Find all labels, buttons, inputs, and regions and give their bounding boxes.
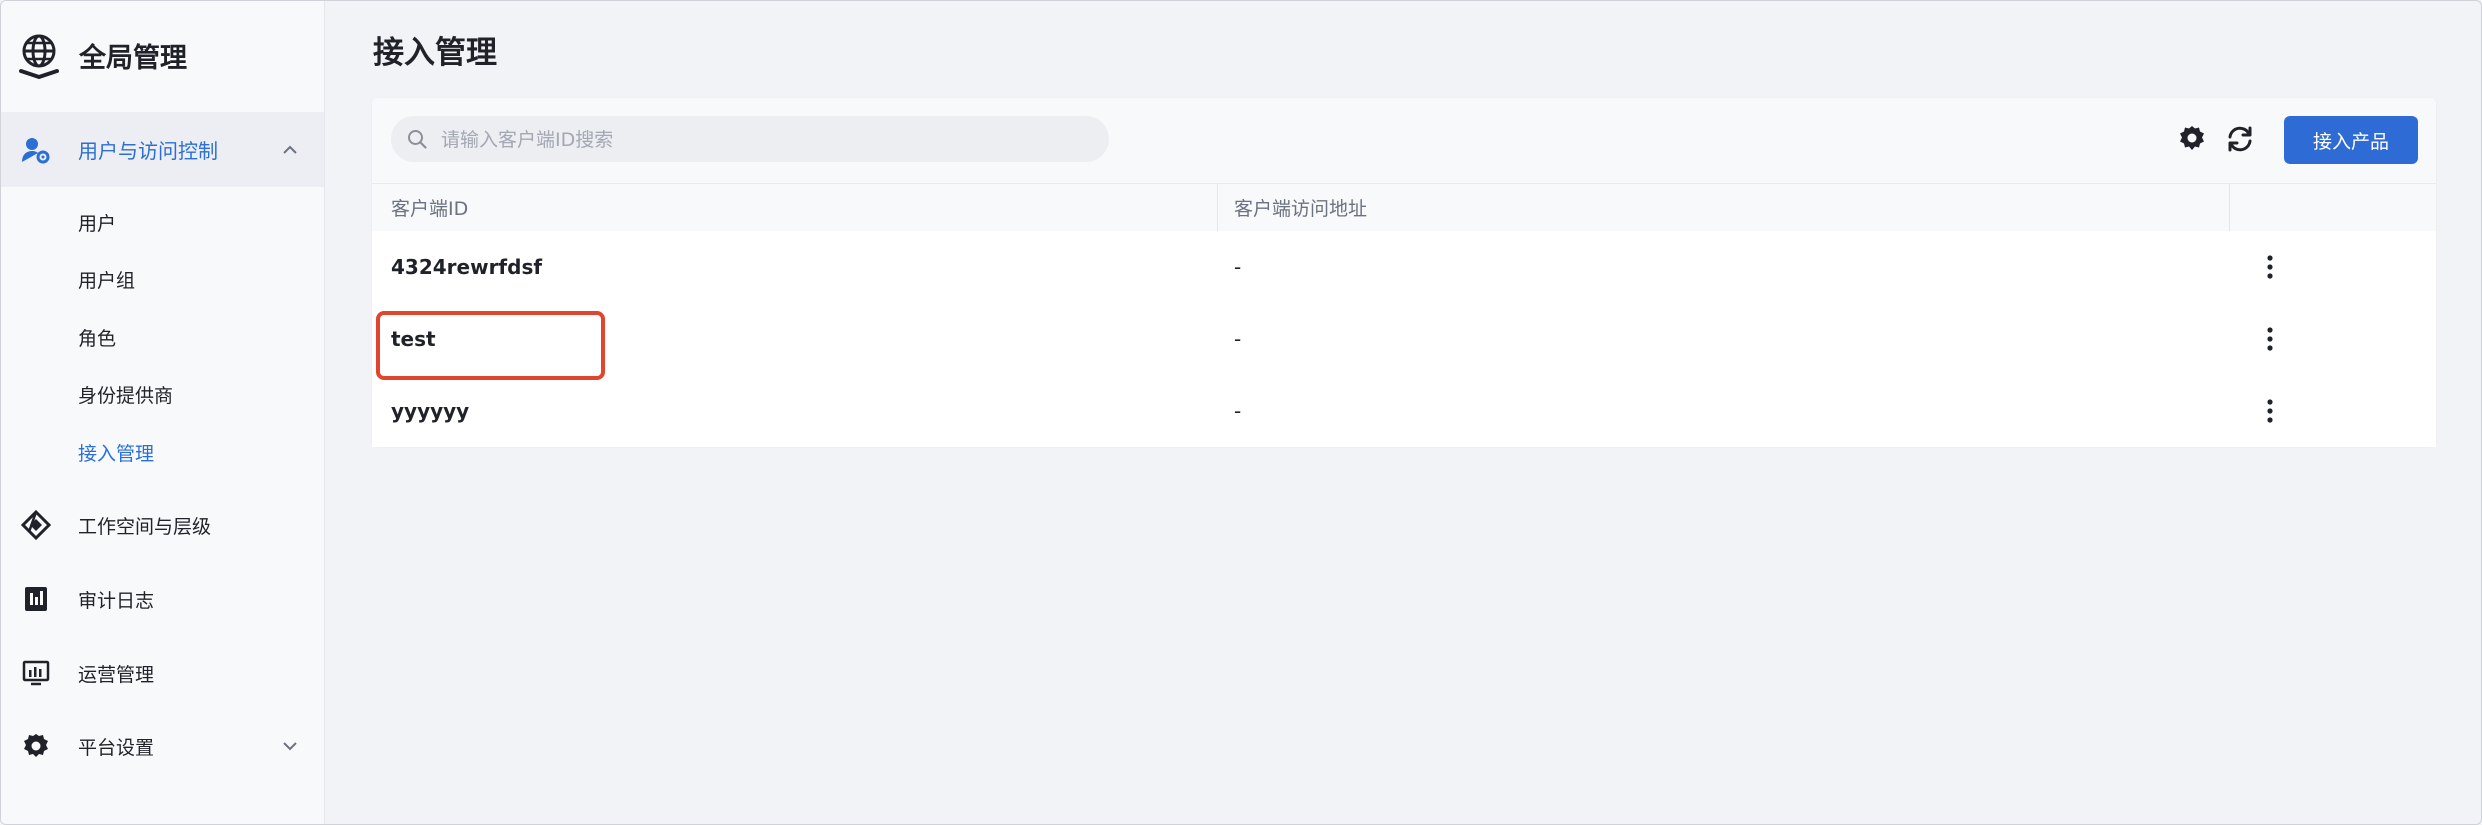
nav-group-user-access[interactable]: 用户与访问控制 <box>1 112 324 187</box>
sidebar: 全局管理 用户与访问控制 用户 用户组 角色 身份提供商 接入管理 工作空间与层… <box>1 1 325 824</box>
access-address-cell: - <box>1234 399 1242 423</box>
brand: 全局管理 <box>17 29 187 81</box>
sidebar-item-label: 角色 <box>78 327 117 350</box>
sidebar-item-label: 接入管理 <box>78 442 155 465</box>
client-table-card: 接入产品 客户端ID 客户端访问地址 4324rewrfdsf - test - <box>372 98 2436 447</box>
settings-button[interactable] <box>2176 123 2208 155</box>
access-address-cell: - <box>1234 327 1242 351</box>
sidebar-item-user-groups[interactable]: 用户组 <box>1 257 324 301</box>
column-header-client-id[interactable]: 客户端ID <box>391 184 468 231</box>
gear-icon <box>2180 126 2204 150</box>
operations-icon <box>22 660 50 686</box>
client-id-cell: 4324rewrfdsf <box>391 255 543 279</box>
workspace-icon <box>21 510 51 540</box>
globe-logo-icon <box>19 34 59 79</box>
refresh-button[interactable] <box>2224 123 2256 155</box>
nav-group-label: 用户与访问控制 <box>78 139 218 163</box>
table-row[interactable]: yyyyyy - <box>372 375 2436 447</box>
more-vertical-icon <box>2267 327 2273 351</box>
more-vertical-icon <box>2267 255 2273 279</box>
sidebar-item-label: 用户组 <box>78 269 136 292</box>
sidebar-item-access-management[interactable]: 接入管理 <box>1 430 324 474</box>
row-actions-button[interactable] <box>2252 321 2288 357</box>
nav-item-label: 运营管理 <box>78 663 155 686</box>
gear-icon <box>24 734 48 757</box>
search-box <box>391 116 1109 164</box>
sidebar-item-roles[interactable]: 角色 <box>1 315 324 359</box>
more-vertical-icon <box>2267 399 2273 423</box>
table-header: 客户端ID 客户端访问地址 <box>372 183 2436 232</box>
audit-log-icon <box>25 587 47 611</box>
sidebar-item-label: 身份提供商 <box>78 384 174 407</box>
row-actions-button[interactable] <box>2252 249 2288 285</box>
table-row[interactable]: 4324rewrfdsf - <box>372 231 2436 304</box>
add-product-button[interactable]: 接入产品 <box>2284 116 2418 164</box>
sidebar-item-users[interactable]: 用户 <box>1 200 324 244</box>
chevron-down-icon <box>283 742 297 751</box>
column-header-access-address[interactable]: 客户端访问地址 <box>1234 184 1367 231</box>
sidebar-item-operations[interactable]: 运营管理 <box>1 643 324 703</box>
nav-item-label: 平台设置 <box>78 736 155 759</box>
column-divider <box>1217 184 1218 231</box>
client-id-cell: test <box>391 327 436 351</box>
sidebar-item-label: 用户 <box>78 212 117 235</box>
app-window: 全局管理 用户与访问控制 用户 用户组 角色 身份提供商 接入管理 工作空间与层… <box>0 0 2482 825</box>
sidebar-item-audit-log[interactable]: 审计日志 <box>1 569 324 629</box>
nav-item-label: 审计日志 <box>78 589 155 612</box>
refresh-icon <box>2228 126 2252 152</box>
column-divider <box>2229 184 2230 231</box>
sidebar-item-platform-settings[interactable]: 平台设置 <box>1 716 324 776</box>
user-gear-icon <box>22 138 50 164</box>
search-icon <box>408 130 427 149</box>
page-title: 接入管理 <box>373 35 497 71</box>
row-actions-button[interactable] <box>2252 393 2288 429</box>
toolbar: 接入产品 <box>372 98 2436 183</box>
search-input[interactable] <box>439 116 1093 164</box>
brand-title: 全局管理 <box>79 42 187 74</box>
nav-item-label: 工作空间与层级 <box>78 515 212 538</box>
chevron-up-icon <box>283 145 297 154</box>
sidebar-item-identity-providers[interactable]: 身份提供商 <box>1 372 324 416</box>
sidebar-item-workspace[interactable]: 工作空间与层级 <box>1 495 324 555</box>
access-address-cell: - <box>1234 255 1242 279</box>
table-row[interactable]: test - <box>372 303 2436 376</box>
client-id-cell: yyyyyy <box>391 399 470 423</box>
